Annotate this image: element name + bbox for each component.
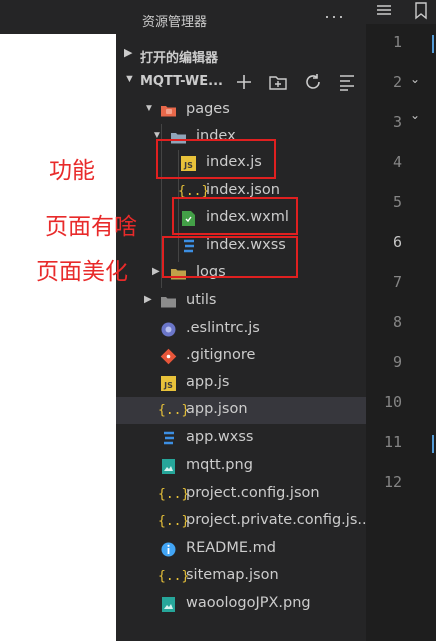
tree-item-label: mqtt.png	[186, 457, 253, 473]
wxss-file-icon	[160, 430, 177, 447]
explorer-title: 资源管理器	[142, 15, 208, 30]
line-number: 11	[383, 433, 402, 451]
tree-item-mqtt-png[interactable]: mqtt.png	[116, 453, 366, 480]
more-actions-icon[interactable]: ···	[324, 6, 345, 27]
annotation-box-js	[156, 139, 276, 179]
tree-item-app-js[interactable]: JS app.js	[116, 370, 366, 397]
tree-item-gitignore[interactable]: .gitignore	[116, 343, 366, 370]
tree-item-label: sitemap.json	[186, 567, 279, 583]
chevron-down-icon: ▼	[144, 103, 154, 114]
chevron-right-icon: ▶	[144, 294, 152, 305]
annotation-box-wxml	[172, 197, 298, 235]
json-file-icon: {..}	[158, 514, 190, 529]
annotation-box-wxss	[162, 236, 298, 278]
title-strip	[0, 0, 116, 34]
tree-item-app-json[interactable]: {..} app.json	[116, 397, 366, 424]
tree-item-project-config[interactable]: {..} project.config.json	[116, 481, 366, 508]
editor-area[interactable]: 1 2 3 4 5 6 7 8 9 10 11 12 ⌄ ⌄	[366, 0, 436, 641]
line-number-active: 6	[392, 233, 402, 251]
tree-item-utils[interactable]: ▶ utils	[116, 288, 366, 315]
json-file-icon: {..}	[158, 487, 190, 502]
svg-text:JS: JS	[163, 381, 173, 390]
folder-open-icon	[160, 102, 177, 119]
folder-icon	[160, 293, 177, 310]
tree-item-label: pages	[186, 101, 230, 117]
eslint-file-icon	[160, 321, 177, 338]
json-file-icon: {..}	[158, 569, 190, 584]
git-file-icon	[160, 348, 177, 365]
bookmark-icon[interactable]	[414, 2, 428, 20]
tree-item-app-wxss[interactable]: app.wxss	[116, 425, 366, 452]
chevron-right-icon: ▶	[152, 266, 160, 277]
tree-item-waoologo[interactable]: waoologoJPX.png	[116, 591, 366, 618]
line-number: 4	[392, 153, 402, 171]
line-number: 1	[392, 33, 402, 51]
tree-item-project-private-config[interactable]: {..} project.private.config.js...	[116, 508, 371, 535]
tree-item-label: README.md	[186, 540, 276, 556]
editor-tab-strip	[366, 0, 436, 24]
explorer-panel: 资源管理器 ··· ▶ 打开的编辑器 ▼ MQTT-WE... ▼ pages …	[116, 0, 371, 641]
tree-item-label: project.config.json	[186, 485, 320, 501]
line-number: 10	[383, 393, 402, 411]
tree-item-label: waoologoJPX.png	[186, 595, 311, 611]
line-number: 9	[392, 353, 402, 371]
json-file-icon: {..}	[158, 403, 190, 418]
annotation-content-label: 页面有啥	[45, 214, 137, 240]
line-number: 2	[392, 73, 402, 91]
collapse-all-icon[interactable]	[336, 71, 358, 93]
line-number: 3	[392, 113, 402, 131]
tree-item-label: project.private.config.js...	[186, 512, 372, 528]
tree-item-label: index.json	[206, 182, 280, 198]
new-folder-icon[interactable]	[267, 71, 289, 93]
line-number: 8	[392, 313, 402, 331]
line-number: 5	[392, 193, 402, 211]
annotation-function-label: 功能	[49, 158, 95, 184]
open-editors-section[interactable]: ▶ 打开的编辑器	[116, 42, 366, 68]
annotation-style-label: 页面美化	[36, 259, 128, 285]
tree-item-label: utils	[186, 292, 217, 308]
tree-item-eslintrc[interactable]: .eslintrc.js	[116, 316, 366, 343]
chevron-right-icon: ▶	[124, 47, 133, 59]
tree-item-pages[interactable]: ▼ pages	[116, 97, 366, 124]
line-number: 7	[392, 273, 402, 291]
refresh-icon[interactable]	[302, 71, 324, 93]
text-cursor	[432, 435, 434, 453]
project-label: MQTT-WE...	[140, 74, 223, 89]
text-cursor	[432, 35, 434, 53]
image-file-icon	[160, 596, 177, 613]
image-file-icon	[160, 458, 177, 475]
background-area	[0, 0, 116, 641]
open-editors-label: 打开的编辑器	[140, 51, 219, 66]
fold-chevron-icon[interactable]: ⌄	[410, 72, 420, 86]
tree-item-sitemap[interactable]: {..} sitemap.json	[116, 563, 366, 590]
tree-item-label: .gitignore	[186, 347, 256, 363]
list-icon[interactable]	[376, 3, 392, 19]
info-file-icon	[160, 541, 177, 558]
tree-item-label: app.wxss	[186, 429, 254, 445]
tree-item-label: app.json	[186, 401, 248, 417]
tree-item-readme[interactable]: README.md	[116, 536, 366, 563]
new-file-icon[interactable]	[233, 71, 255, 93]
line-number: 12	[383, 473, 402, 491]
project-section[interactable]: ▼ MQTT-WE...	[116, 69, 366, 95]
explorer-header: 资源管理器 ···	[116, 0, 366, 38]
fold-chevron-icon[interactable]: ⌄	[410, 108, 420, 122]
chevron-down-icon: ▼	[124, 73, 135, 85]
tree-item-label: .eslintrc.js	[186, 320, 260, 336]
js-file-icon: JS	[160, 375, 177, 392]
tree-item-label: app.js	[186, 374, 230, 390]
